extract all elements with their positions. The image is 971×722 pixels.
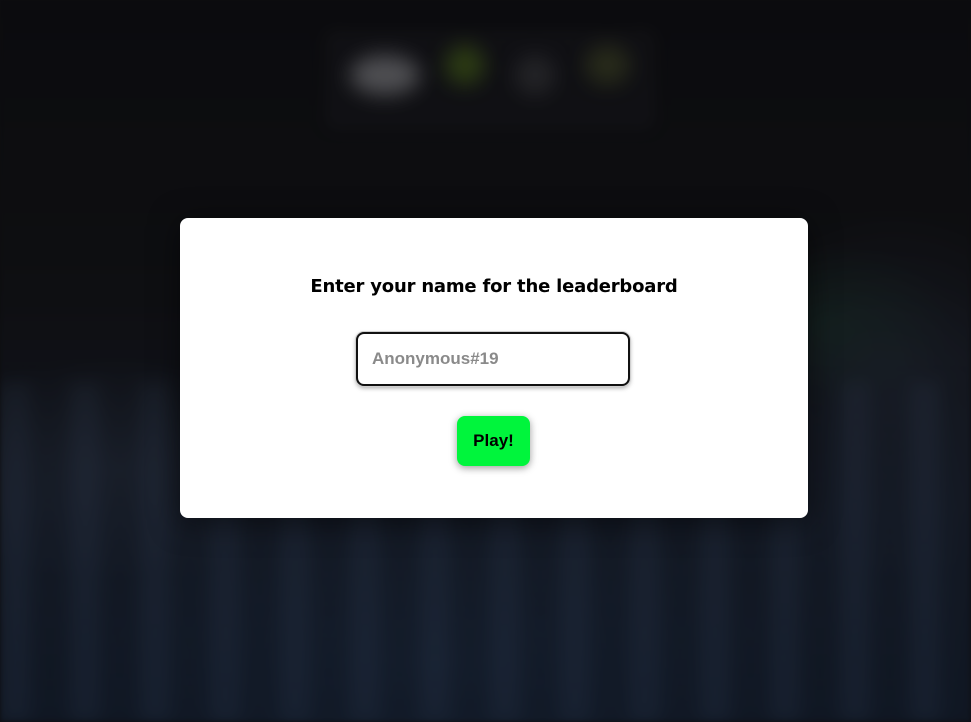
leaderboard-name-dialog: Enter your name for the leaderboard Play… [180,218,808,518]
player-name-input[interactable] [356,332,630,386]
play-button[interactable]: Play! [457,416,530,466]
dialog-title: Enter your name for the leaderboard [310,276,678,297]
